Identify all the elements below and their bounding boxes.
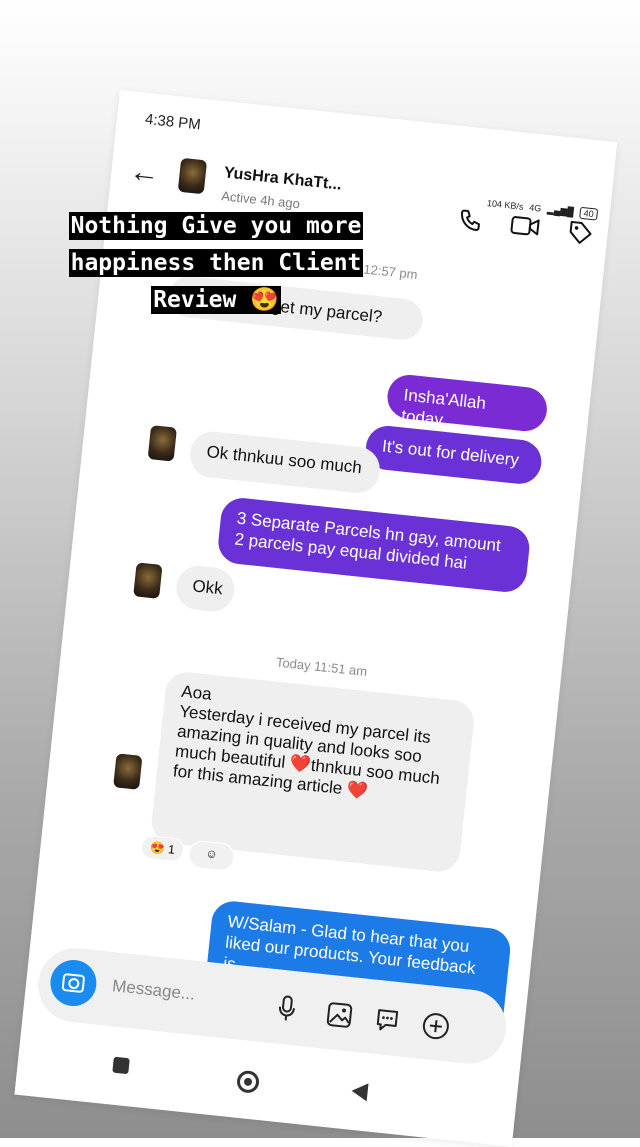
reaction-count: 1 <box>167 842 176 857</box>
avatar <box>147 425 178 462</box>
avatar <box>133 562 163 599</box>
avatar[interactable] <box>177 157 208 195</box>
caption-line: happiness then Client <box>68 249 364 277</box>
video-icon[interactable] <box>509 213 541 240</box>
mic-icon[interactable] <box>275 994 298 1024</box>
status-time: 4:38 PM <box>144 110 202 134</box>
sticker-icon[interactable] <box>373 1006 402 1035</box>
timestamp: Today 11:51 am <box>275 654 368 679</box>
arrow-left-icon[interactable]: ← <box>128 155 161 192</box>
caption-line: Review 😍 <box>151 286 281 314</box>
add-reaction-icon[interactable]: ☺ <box>187 839 236 873</box>
home-icon[interactable] <box>235 1069 261 1094</box>
reaction-badge[interactable]: 😍 1 <box>139 834 186 863</box>
camera-icon[interactable] <box>48 957 99 1009</box>
message-input[interactable]: Message... <box>111 976 196 1005</box>
recent-apps-icon[interactable] <box>112 1056 130 1075</box>
avatar <box>113 753 143 790</box>
message-incoming[interactable]: Ok thnkuu soo much <box>188 429 382 496</box>
reaction-emoji: 😍 <box>149 840 166 856</box>
back-nav-icon[interactable] <box>350 1081 369 1102</box>
message-outgoing[interactable]: Insha'Allah today <box>385 372 550 434</box>
message-incoming[interactable]: Okk <box>174 563 237 614</box>
gallery-icon[interactable] <box>325 1001 354 1030</box>
message-outgoing[interactable]: 3 Separate Parcels hn gay, amount 2 parc… <box>216 496 532 595</box>
story-caption: Nothing Give you more happiness then Cli… <box>41 208 391 319</box>
tag-icon[interactable] <box>566 219 595 248</box>
phone-icon[interactable] <box>457 207 483 233</box>
caption-line: Nothing Give you more <box>68 212 364 240</box>
message-outgoing[interactable]: It's out for delivery <box>363 423 544 486</box>
plus-icon[interactable] <box>420 1011 451 1042</box>
